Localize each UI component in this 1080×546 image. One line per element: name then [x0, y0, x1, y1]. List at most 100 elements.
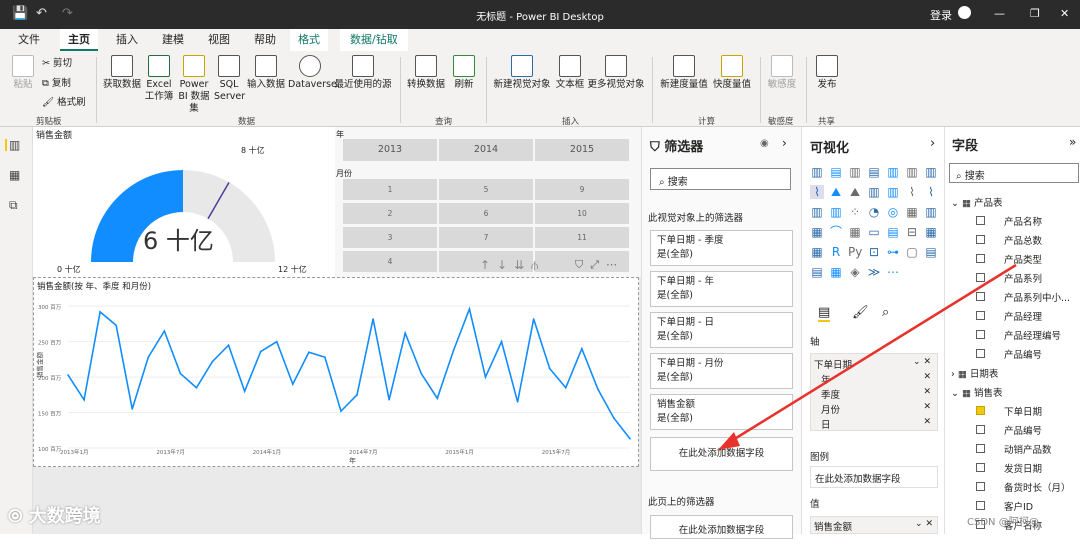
eye-icon[interactable]: ◉ — [760, 138, 769, 149]
field-item[interactable]: 产品系列中小... — [1004, 290, 1070, 304]
visual-type-icon[interactable]: ⛰ — [848, 185, 862, 199]
quick-measure-button[interactable]: 快度量值 — [710, 55, 754, 91]
field-checkbox[interactable] — [976, 216, 985, 225]
visual-type-icon[interactable]: ▥ — [905, 165, 919, 179]
field-checkbox[interactable] — [976, 463, 985, 472]
recent-sources-button[interactable]: 最近使用的源 — [334, 55, 392, 91]
refresh-button[interactable]: 刷新 — [450, 55, 478, 91]
line-point[interactable] — [179, 372, 182, 375]
visual-type-icon[interactable]: ▦ — [829, 265, 843, 279]
filter-card[interactable]: 下单日期 - 季度 是(全部) — [650, 230, 793, 266]
field-item[interactable]: 产品经理 — [1004, 309, 1042, 323]
field-item[interactable]: 产品经理编号 — [1004, 328, 1061, 342]
tab-view[interactable]: 视图 — [200, 29, 238, 51]
tab-data-drill[interactable]: 数据/钻取 — [340, 29, 408, 51]
visual-type-icon[interactable]: ▥ — [886, 165, 900, 179]
field-table[interactable]: ⌄ ▦ 销售表 — [951, 385, 1002, 399]
visual-type-icon[interactable]: ◎ — [886, 205, 900, 219]
field-checkbox[interactable] — [976, 254, 985, 263]
paste-button[interactable]: 粘贴 — [8, 55, 38, 91]
format-painter-button[interactable]: 🖌 格式刷 — [42, 97, 86, 109]
visual-type-icon[interactable]: ▢ — [905, 245, 919, 259]
visual-type-icon[interactable]: ▥ — [886, 185, 900, 199]
visual-type-icon[interactable]: ▥ — [848, 165, 862, 179]
filters-search[interactable]: ⌕ 搜索 — [650, 168, 791, 190]
visual-type-icon[interactable]: ⋯ — [886, 265, 900, 279]
field-item[interactable]: 客户ID — [1004, 499, 1033, 513]
line-point[interactable] — [372, 318, 374, 320]
analytics-tab-icon[interactable]: ⌕ — [882, 305, 889, 320]
field-checkbox[interactable] — [976, 330, 985, 339]
pbi-dataset-button[interactable]: Power BI 数据集 — [176, 55, 212, 115]
visual-type-icon[interactable]: ⊟ — [905, 225, 919, 239]
field-item[interactable]: 产品编号 — [1004, 347, 1042, 361]
field-item[interactable]: 动销产品数 — [1004, 442, 1052, 456]
values-well[interactable]: 销售金额 ⌄ ✕ — [810, 516, 938, 534]
dataverse-button[interactable]: Dataverse — [288, 55, 337, 91]
line-point[interactable] — [163, 330, 166, 332]
visual-type-icon[interactable]: ⌇ — [905, 185, 919, 199]
visual-type-icon[interactable]: ▭ — [867, 225, 881, 239]
tab-help[interactable]: 帮助 — [246, 29, 284, 51]
report-view-icon[interactable]: ▥ — [5, 139, 20, 151]
visual-type-icon[interactable]: ⛰ — [829, 185, 843, 199]
filter-card[interactable]: 销售金额 是(全部) — [650, 394, 793, 430]
restore-icon[interactable]: ❐ — [1030, 7, 1040, 20]
collapse-icon[interactable]: › — [930, 136, 935, 151]
data-view-icon[interactable]: ▦ — [9, 169, 23, 181]
filter-add-page-field[interactable]: 在此处添加数据字段 — [650, 515, 793, 539]
axis-item[interactable]: 下单日期 ⌄ ✕ — [814, 357, 935, 371]
remove-icon[interactable]: ✕ — [923, 417, 931, 427]
visual-type-icon[interactable]: ▦ — [924, 225, 938, 239]
remove-icon[interactable]: ✕ — [923, 402, 931, 412]
new-measure-button[interactable]: 新建度量值 — [658, 55, 710, 91]
matrix-year-header[interactable]: 2014 — [439, 139, 533, 161]
line-chart-visual[interactable]: 销售金额(按 年、季度 和月份) 300 百万 250 百万 200 百万 150 百… — [33, 277, 639, 467]
textbox-button[interactable]: 文本框 — [554, 55, 586, 91]
field-item[interactable]: 下单日期 — [1004, 404, 1042, 418]
signin-link[interactable]: 登录 — [930, 7, 952, 23]
visual-type-icon[interactable]: ⌇ — [810, 185, 824, 199]
copy-button[interactable]: ⧉ 复制 — [42, 78, 71, 90]
line-point[interactable] — [356, 394, 358, 396]
fields-search[interactable]: ⌕ 搜索 — [949, 163, 1079, 183]
more-visuals-button[interactable]: 更多视觉对象 — [586, 55, 646, 91]
field-checkbox[interactable] — [976, 311, 985, 320]
tab-home[interactable]: 主页 — [60, 29, 98, 51]
visual-type-icon[interactable]: ≫ — [867, 265, 881, 279]
visual-type-icon[interactable]: ▦ — [810, 245, 824, 259]
collapse-icon[interactable]: » — [1069, 135, 1076, 149]
line-point[interactable] — [500, 340, 503, 343]
filter-add-field[interactable]: 在此处添加数据字段 — [650, 437, 793, 471]
visual-type-icon[interactable]: Py — [848, 245, 862, 259]
line-point[interactable] — [308, 351, 310, 354]
field-item[interactable]: 产品类型 — [1004, 252, 1042, 266]
line-point[interactable] — [564, 386, 567, 389]
model-view-icon[interactable]: ⧉ — [9, 199, 23, 211]
axis-item[interactable]: 年 ✕ — [821, 372, 935, 386]
avatar[interactable] — [958, 6, 971, 19]
line-point[interactable] — [292, 383, 294, 385]
line-point[interactable] — [484, 376, 487, 378]
enter-data-button[interactable]: 输入数据 — [246, 55, 286, 91]
line-point[interactable] — [468, 308, 471, 310]
field-checkbox[interactable] — [976, 501, 985, 510]
line-point[interactable] — [388, 398, 390, 401]
field-table[interactable]: ⌄ ▦ 产品表 — [951, 195, 1002, 209]
visual-header-icons[interactable]: ⛉⤢⋯ — [575, 258, 624, 272]
filter-card[interactable]: 下单日期 - 月份 是(全部) — [650, 353, 793, 389]
visual-type-icon[interactable]: ▥ — [924, 165, 938, 179]
field-checkbox[interactable] — [976, 235, 985, 244]
field-checkbox[interactable] — [976, 273, 985, 282]
sql-button[interactable]: SQL Server — [214, 55, 245, 103]
visual-type-icon[interactable]: ▦ — [848, 225, 862, 239]
line-point[interactable] — [211, 360, 214, 363]
line-point[interactable] — [532, 318, 535, 320]
axis-well[interactable]: 下单日期 ⌄ ✕ 年 ✕ 季度 ✕ 月份 ✕ 日 ✕ — [810, 353, 938, 431]
line-point[interactable] — [243, 390, 246, 393]
fields-tab-icon[interactable]: ▤ — [818, 305, 831, 322]
minimize-icon[interactable]: — — [994, 7, 1005, 20]
visual-type-icon[interactable]: ◈ — [848, 265, 862, 279]
tab-insert[interactable]: 插入 — [108, 29, 146, 51]
line-point[interactable] — [131, 408, 134, 410]
